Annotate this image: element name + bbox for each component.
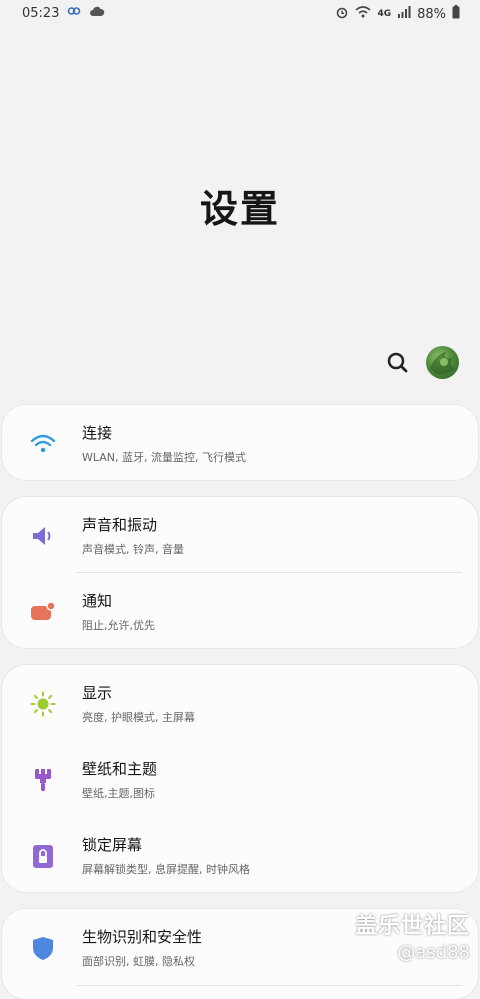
cloud-icon (89, 5, 105, 21)
shield-icon (30, 935, 56, 961)
settings-item-subtitle: WLAN, 蓝牙, 流量监控, 飞行模式 (82, 451, 246, 464)
settings-item-wallpaper[interactable]: 壁纸和主题 壁纸,主题,图标 (2, 741, 478, 817)
alarm-icon (335, 5, 349, 23)
status-time: 05:23 (22, 5, 60, 21)
card-connections: 连接 WLAN, 蓝牙, 流量监控, 飞行模式 (2, 405, 478, 480)
card-sound-notifications: 声音和振动 声音模式, 铃声, 音量 通知 阻止,允许,优先 (2, 497, 478, 648)
status-bar: 05:23 4G 88% (0, 0, 480, 26)
settings-item-display[interactable]: 显示 亮度, 护眼模式, 主屏幕 (2, 665, 478, 741)
avatar[interactable] (426, 346, 459, 379)
page-title: 设置 (199, 187, 280, 231)
settings-item-title: 声音和振动 (82, 516, 158, 534)
signal-icon (397, 6, 411, 22)
watermark: 盖乐世社区 @asd88 (355, 908, 470, 963)
watermark-user: @asd88 (397, 942, 470, 963)
settings-item-subtitle: 声音模式, 铃声, 音量 (82, 543, 184, 556)
search-icon (387, 352, 408, 373)
wifi-icon (355, 6, 371, 22)
settings-item-title: 生物识别和安全性 (82, 928, 203, 946)
settings-item-title: 锁定屏幕 (82, 836, 143, 854)
brightness-icon (30, 691, 56, 717)
watermark-brand: 盖乐世社区 (354, 914, 470, 939)
loop-icon (67, 5, 81, 21)
settings-item-subtitle: 亮度, 护眼模式, 主屏幕 (82, 711, 195, 724)
settings-item-subtitle: 壁纸,主题,图标 (82, 787, 155, 800)
search-button[interactable] (384, 349, 412, 377)
settings-item-notifications[interactable]: 通知 阻止,允许,优先 (2, 573, 478, 649)
settings-item-title: 显示 (82, 684, 113, 702)
settings-item-sound[interactable]: 声音和振动 声音模式, 铃声, 音量 (2, 497, 478, 573)
battery-percent: 88% (417, 6, 446, 22)
settings-item-subtitle: 阻止,允许,优先 (82, 619, 155, 632)
card-display: 显示 亮度, 护眼模式, 主屏幕 壁纸和主题 壁纸,主题,图标 锁定屏幕 屏幕解… (2, 665, 478, 892)
network-type: 4G (377, 9, 392, 19)
settings-item-title: 通知 (82, 592, 113, 610)
settings-item-connections[interactable]: 连接 WLAN, 蓝牙, 流量监控, 飞行模式 (2, 405, 478, 481)
notification-icon (30, 599, 56, 625)
settings-item-lockscreen[interactable]: 锁定屏幕 屏幕解锁类型, 息屏提醒, 时钟风格 (2, 817, 478, 893)
settings-item-title: 壁纸和主题 (82, 760, 158, 778)
brush-icon (30, 767, 56, 793)
settings-item-subtitle: 屏幕解锁类型, 息屏提醒, 时钟风格 (82, 863, 250, 876)
speaker-icon (30, 523, 56, 549)
settings-item-subtitle: 面部识别, 虹膜, 隐私权 (82, 955, 195, 968)
settings-item-title: 连接 (82, 424, 113, 442)
lock-icon (30, 843, 56, 869)
wifi-icon (30, 431, 56, 457)
battery-icon (452, 5, 460, 23)
